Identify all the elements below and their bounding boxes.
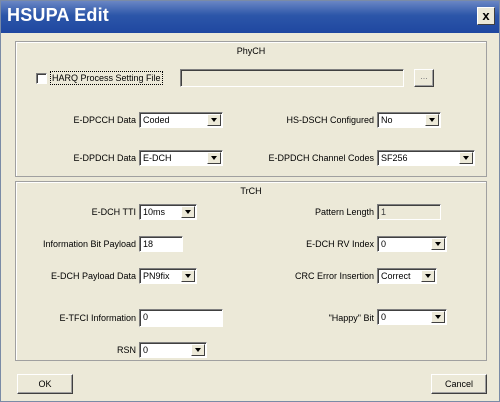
harq-checkbox[interactable]: [36, 73, 47, 84]
crc-error-insertion-select[interactable]: Correct: [377, 268, 437, 284]
rsn-value: 0: [143, 345, 149, 355]
harq-file-field[interactable]: [180, 69, 404, 87]
chevron-down-icon[interactable]: [207, 114, 221, 126]
crc-error-insertion-value: Correct: [381, 271, 411, 281]
information-bit-payload-field[interactable]: 18: [139, 236, 183, 252]
harq-label: HARQ Process Setting File: [50, 71, 163, 85]
edpdch-data-select[interactable]: E-DCH: [139, 150, 223, 166]
edch-payload-data-select[interactable]: PN9fix: [139, 268, 197, 284]
happy-bit-label: "Happy" Bit: [328, 313, 374, 323]
chevron-down-icon[interactable]: [181, 206, 195, 218]
edch-payload-data-label: E-DCH Payload Data: [50, 271, 136, 281]
chevron-down-icon[interactable]: [421, 270, 435, 282]
edch-tti-select[interactable]: 10ms: [139, 204, 197, 220]
phych-group: PhyCH HARQ Process Setting File ... E-DP…: [15, 41, 487, 177]
harq-browse-button[interactable]: ...: [414, 69, 434, 87]
etfci-information-label: E-TFCI Information: [59, 313, 136, 323]
edch-rv-index-label: E-DCH RV Index: [306, 239, 374, 249]
title-bar[interactable]: HSUPA Edit x: [1, 1, 499, 33]
close-button[interactable]: x: [477, 7, 495, 25]
edch-payload-data-value: PN9fix: [143, 271, 170, 281]
hsupa-edit-dialog: HSUPA Edit x PhyCH HARQ Process Setting …: [0, 0, 500, 402]
hsdsch-configured-select[interactable]: No: [377, 112, 441, 128]
edch-rv-index-value: 0: [381, 239, 387, 249]
pattern-length-field[interactable]: 1: [377, 204, 441, 220]
hsdsch-configured-value: No: [381, 115, 393, 125]
phych-group-title: PhyCH: [236, 46, 266, 56]
edch-tti-label: E-DCH TTI: [91, 207, 136, 217]
edch-tti-value: 10ms: [143, 207, 166, 217]
trch-group: TrCH E-DCH TTI 10ms Pattern Length 1 Inf…: [15, 181, 487, 361]
chevron-down-icon[interactable]: [181, 270, 195, 282]
rsn-label: RSN: [116, 345, 136, 355]
edpdch-channel-codes-value: SF256: [381, 153, 408, 163]
chevron-down-icon[interactable]: [431, 311, 445, 323]
edpcch-data-label: E-DPCCH Data: [73, 115, 136, 125]
happy-bit-value: 0: [381, 312, 387, 322]
edpcch-data-select[interactable]: Coded: [139, 112, 223, 128]
pattern-length-label: Pattern Length: [314, 207, 374, 217]
etfci-information-field[interactable]: 0: [139, 309, 223, 327]
edpcch-data-value: Coded: [143, 115, 170, 125]
ok-button[interactable]: OK: [17, 374, 73, 394]
happy-bit-select[interactable]: 0: [377, 309, 447, 325]
chevron-down-icon[interactable]: [459, 152, 473, 164]
rsn-select[interactable]: 0: [139, 342, 207, 358]
chevron-down-icon[interactable]: [207, 152, 221, 164]
edch-rv-index-select[interactable]: 0: [377, 236, 447, 252]
crc-error-insertion-label: CRC Error Insertion: [294, 271, 374, 281]
edpdch-channel-codes-select[interactable]: SF256: [377, 150, 475, 166]
trch-group-title: TrCH: [240, 186, 262, 196]
chevron-down-icon[interactable]: [191, 344, 205, 356]
edpdch-channel-codes-label: E-DPDCH Channel Codes: [268, 153, 374, 163]
window-title: HSUPA Edit: [7, 5, 110, 25]
edpdch-data-value: E-DCH: [143, 153, 172, 163]
chevron-down-icon[interactable]: [425, 114, 439, 126]
information-bit-payload-label: Information Bit Payload: [42, 239, 136, 249]
hsdsch-configured-label: HS-DSCH Configured: [286, 115, 374, 125]
edpdch-data-label: E-DPDCH Data: [73, 153, 136, 163]
chevron-down-icon[interactable]: [431, 238, 445, 250]
close-icon: x: [482, 8, 490, 23]
cancel-button[interactable]: Cancel: [431, 374, 487, 394]
